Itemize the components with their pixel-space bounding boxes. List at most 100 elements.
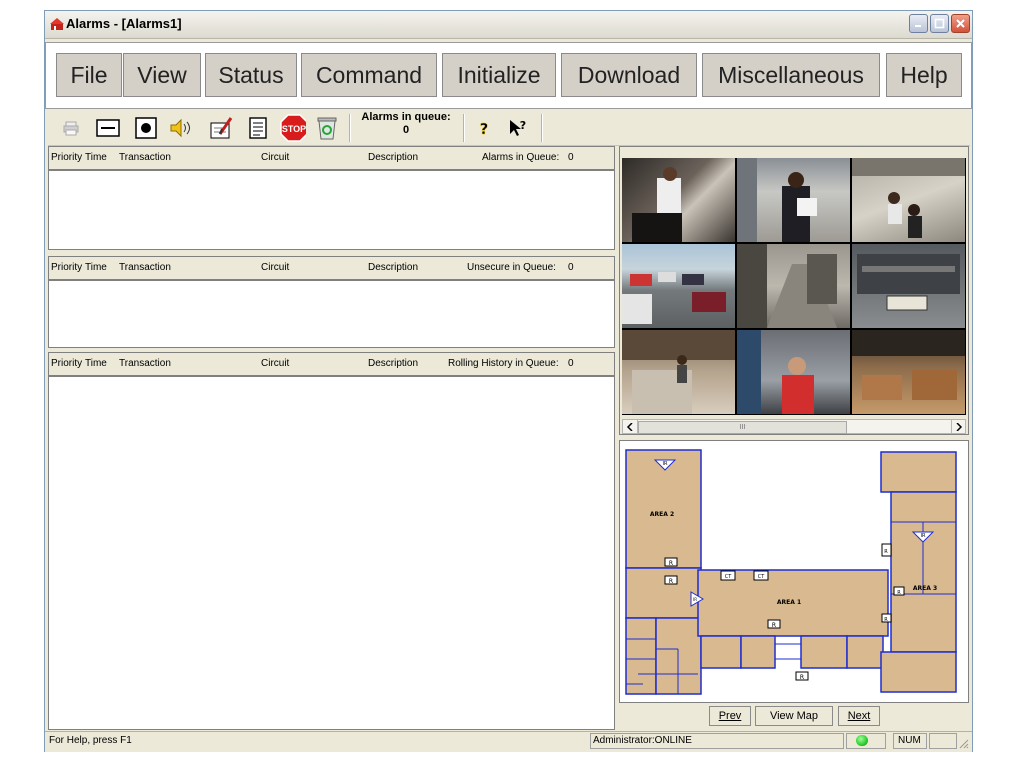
reader-label: R bbox=[772, 622, 776, 629]
close-icon bbox=[956, 19, 965, 28]
menu-command[interactable]: Command bbox=[301, 53, 437, 97]
maximize-icon bbox=[934, 18, 945, 29]
menu-download[interactable]: Download bbox=[561, 53, 697, 97]
area-1-label: AREA 1 bbox=[777, 599, 801, 606]
camera-feed[interactable] bbox=[852, 244, 965, 328]
next-map-label: Next bbox=[847, 710, 871, 722]
app-logo-icon bbox=[50, 18, 64, 30]
reader-marker[interactable]: R bbox=[893, 586, 905, 596]
scroll-left-button[interactable] bbox=[623, 420, 638, 433]
col-description[interactable]: Description bbox=[368, 358, 418, 369]
next-map-button[interactable]: Next bbox=[838, 706, 880, 726]
camera-feed[interactable] bbox=[622, 158, 735, 242]
ir-label: IR bbox=[663, 461, 668, 467]
view-map-button[interactable]: View Map bbox=[755, 706, 833, 726]
floor-plan-map[interactable]: IR AREA 2 AREA 1 AREA 3 IR IR R R R R R … bbox=[623, 444, 961, 700]
rolling-history-list[interactable]: Priority Time Transaction Circuit Descri… bbox=[48, 352, 615, 730]
col-description[interactable]: Description bbox=[368, 152, 418, 163]
record-icon bbox=[135, 117, 157, 139]
help-glyph: ? bbox=[480, 120, 489, 138]
reader-marker[interactable]: R bbox=[881, 613, 892, 623]
camera-horizontal-scrollbar[interactable]: III bbox=[622, 419, 966, 434]
prev-map-button[interactable]: Prev bbox=[709, 706, 751, 726]
reader-marker[interactable]: R bbox=[795, 671, 809, 681]
unsecure-list[interactable]: Priority Time Transaction Circuit Descri… bbox=[48, 256, 615, 348]
maximize-button[interactable] bbox=[930, 14, 949, 33]
scroll-thumb[interactable]: III bbox=[638, 421, 847, 434]
col-circuit[interactable]: Circuit bbox=[261, 358, 289, 369]
reader-marker[interactable]: R bbox=[767, 619, 781, 629]
col-priority[interactable]: Priority bbox=[51, 262, 82, 273]
camera-feed[interactable] bbox=[737, 244, 850, 328]
camera-marker[interactable]: CT bbox=[720, 570, 736, 581]
alarms-queue-label: Alarms in Queue: bbox=[482, 152, 560, 163]
reader-marker[interactable]: R bbox=[664, 557, 678, 567]
alarms-list[interactable]: Priority Time Transaction Circuit Descri… bbox=[48, 146, 615, 250]
reader-label: R bbox=[800, 674, 804, 681]
camera-marker[interactable]: CT bbox=[753, 570, 769, 581]
ir-label: IR bbox=[693, 597, 697, 602]
unsecure-list-header: Priority Time Transaction Circuit Descri… bbox=[49, 257, 614, 281]
scroll-right-button[interactable] bbox=[951, 420, 966, 433]
history-queue-label: Rolling History in Queue: bbox=[448, 358, 559, 369]
menu-view[interactable]: View bbox=[123, 53, 201, 97]
menu-file[interactable]: File bbox=[56, 53, 122, 97]
print-button[interactable] bbox=[58, 115, 84, 141]
ir-label: IR bbox=[921, 533, 926, 539]
context-help-icon: ? bbox=[510, 119, 526, 136]
window-title: Alarms - [Alarms1] bbox=[66, 16, 182, 31]
minimize-bar-icon bbox=[96, 119, 120, 137]
col-circuit[interactable]: Circuit bbox=[261, 262, 289, 273]
col-time[interactable]: Time bbox=[85, 262, 107, 273]
col-time[interactable]: Time bbox=[85, 152, 107, 163]
recycle-button[interactable] bbox=[314, 115, 340, 141]
menu-status[interactable]: Status bbox=[205, 53, 297, 97]
area-2-label: AREA 2 bbox=[650, 511, 674, 518]
reader-label: R bbox=[669, 560, 673, 567]
alarms-list-header: Priority Time Transaction Circuit Descri… bbox=[49, 147, 614, 171]
camera-feed[interactable] bbox=[737, 158, 850, 242]
camera-feed[interactable] bbox=[737, 330, 850, 414]
menu-miscellaneous[interactable]: Miscellaneous bbox=[702, 53, 880, 97]
camera-feed[interactable] bbox=[852, 330, 965, 414]
col-transaction[interactable]: Transaction bbox=[119, 262, 171, 273]
acknowledge-icon bbox=[210, 117, 233, 139]
record-button[interactable] bbox=[133, 115, 159, 141]
col-transaction[interactable]: Transaction bbox=[119, 358, 171, 369]
resize-grip-icon[interactable] bbox=[957, 737, 969, 749]
context-help-button[interactable]: ? bbox=[505, 115, 531, 141]
minimize-icon bbox=[915, 25, 921, 27]
notes-button[interactable] bbox=[245, 115, 271, 141]
help-button[interactable]: ? bbox=[471, 115, 497, 141]
help-icon: ? bbox=[479, 120, 489, 138]
toolbar-separator bbox=[349, 114, 351, 142]
status-empty-pane bbox=[929, 733, 957, 749]
status-help-text: For Help, press F1 bbox=[49, 735, 132, 746]
camera-feed[interactable] bbox=[622, 330, 735, 414]
notes-icon bbox=[249, 117, 267, 139]
camera-marker-label: CT bbox=[758, 574, 765, 580]
col-priority[interactable]: Priority bbox=[51, 358, 82, 369]
reader-label: R bbox=[884, 549, 888, 555]
col-description[interactable]: Description bbox=[368, 262, 418, 273]
title-bar[interactable] bbox=[45, 11, 972, 39]
col-time[interactable]: Time bbox=[85, 358, 107, 369]
menu-initialize[interactable]: Initialize bbox=[442, 53, 556, 97]
reader-marker[interactable]: R bbox=[881, 543, 892, 557]
camera-feed[interactable] bbox=[852, 158, 965, 242]
toolbar-separator bbox=[463, 114, 465, 142]
reader-marker[interactable]: R bbox=[664, 575, 678, 585]
stop-button[interactable]: STOP bbox=[280, 114, 306, 142]
close-button[interactable] bbox=[951, 14, 970, 33]
minimize-bar-button[interactable] bbox=[95, 115, 121, 141]
col-circuit[interactable]: Circuit bbox=[261, 152, 289, 163]
reader-label: R bbox=[669, 578, 673, 585]
minimize-button[interactable] bbox=[909, 14, 928, 33]
camera-grid bbox=[622, 158, 966, 415]
acknowledge-button[interactable] bbox=[208, 115, 234, 141]
speaker-button[interactable] bbox=[168, 115, 194, 141]
menu-help[interactable]: Help bbox=[886, 53, 962, 97]
col-transaction[interactable]: Transaction bbox=[119, 152, 171, 163]
camera-feed[interactable] bbox=[622, 244, 735, 328]
col-priority[interactable]: Priority bbox=[51, 152, 82, 163]
